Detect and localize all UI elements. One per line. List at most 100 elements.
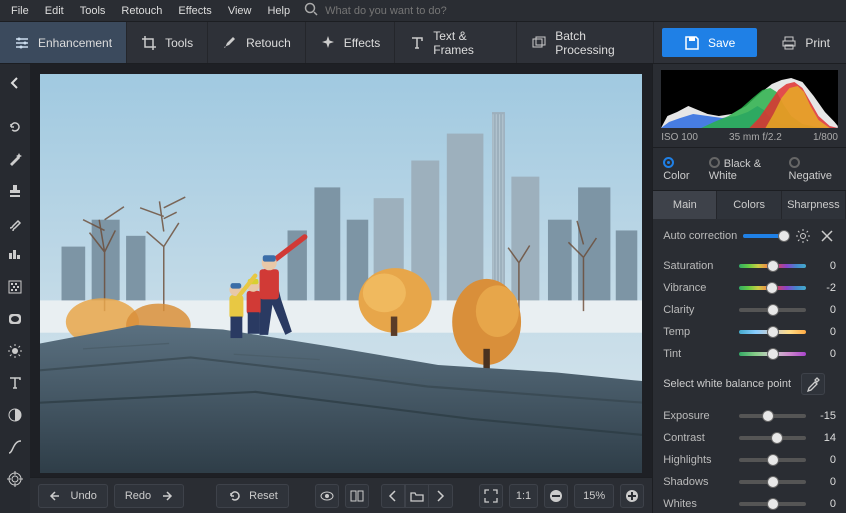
right-panel: ISO 100 35 mm f/2.2 1/800 Color Black & … xyxy=(652,64,846,513)
compare-toggle[interactable] xyxy=(345,484,369,508)
slider-label: Exposure xyxy=(663,410,733,422)
slider-label: Clarity xyxy=(663,304,733,316)
close-icon[interactable] xyxy=(818,227,836,245)
menu-effects[interactable]: Effects xyxy=(171,3,218,19)
print-icon xyxy=(781,35,797,51)
bottombar: Undo Redo Reset xyxy=(30,477,653,513)
stamp-tool[interactable] xyxy=(2,178,28,204)
zoom-actual-button[interactable]: 1:1 xyxy=(509,484,538,508)
color-mode-row: Color Black & White Negative xyxy=(653,147,846,191)
menu-retouch[interactable]: Retouch xyxy=(114,3,169,19)
target-tool[interactable] xyxy=(2,466,28,492)
browse-button[interactable] xyxy=(405,484,429,508)
tab-colors[interactable]: Colors xyxy=(717,191,781,219)
tab-tools[interactable]: Tools xyxy=(127,22,208,63)
contrast-tool[interactable] xyxy=(2,402,28,428)
brush-icon xyxy=(222,35,238,51)
slider-label: Highlights xyxy=(663,454,733,466)
eyedropper-button[interactable] xyxy=(801,373,825,395)
reset-button[interactable]: Reset xyxy=(216,484,289,508)
preview-toggle[interactable] xyxy=(315,484,339,508)
vignette-tool[interactable] xyxy=(2,306,28,332)
tab-main[interactable]: Main xyxy=(653,191,717,219)
slider-whites[interactable] xyxy=(739,497,806,511)
slider-value: 14 xyxy=(812,432,836,444)
slider-temp[interactable] xyxy=(739,325,806,339)
mode-negative[interactable]: Negative xyxy=(789,156,836,182)
slider-value: 0 xyxy=(812,454,836,466)
tab-label: Enhancement xyxy=(38,36,112,50)
nav-group xyxy=(381,484,453,508)
slider-tint[interactable] xyxy=(739,347,806,361)
fit-screen-button[interactable] xyxy=(479,484,503,508)
mode-bw[interactable]: Black & White xyxy=(709,156,777,182)
tab-label: Effects xyxy=(344,36,380,50)
tab-enhancement[interactable]: Enhancement xyxy=(0,22,127,63)
slider-highlights[interactable] xyxy=(739,453,806,467)
canvas[interactable] xyxy=(40,74,643,473)
pattern-tool[interactable] xyxy=(2,274,28,300)
radio-icon xyxy=(789,157,800,168)
menu-view[interactable]: View xyxy=(221,3,259,19)
histogram-iso: ISO 100 xyxy=(661,132,698,143)
slider-label: Tint xyxy=(663,348,733,360)
reset-label: Reset xyxy=(249,490,278,502)
tab-batch[interactable]: Batch Processing xyxy=(517,22,654,63)
mode-color[interactable]: Color xyxy=(663,156,697,182)
toolbar: Enhancement Tools Retouch Effects Text &… xyxy=(0,22,846,64)
levels-tool[interactable] xyxy=(2,242,28,268)
rotate-tool[interactable] xyxy=(2,114,28,140)
slider-value: 0 xyxy=(812,498,836,510)
tab-retouch[interactable]: Retouch xyxy=(208,22,306,63)
tab-label: Retouch xyxy=(246,36,291,50)
slider-value: -2 xyxy=(812,282,836,294)
undo-button[interactable]: Undo xyxy=(38,484,108,508)
save-button[interactable]: Save xyxy=(662,28,757,57)
slider-value: 0 xyxy=(812,326,836,338)
next-button[interactable] xyxy=(429,484,453,508)
menubar: File Edit Tools Retouch Effects View Hel… xyxy=(0,0,846,22)
back-button[interactable] xyxy=(2,70,28,96)
zoom-pct: 15% xyxy=(583,490,605,502)
slider-contrast[interactable] xyxy=(739,431,806,445)
undo-label: Undo xyxy=(71,490,97,502)
save-icon xyxy=(684,35,700,51)
brush-tool[interactable] xyxy=(2,210,28,236)
search-input[interactable] xyxy=(325,5,505,17)
slider-label: Shadows xyxy=(663,476,733,488)
magic-wand-tool[interactable] xyxy=(2,146,28,172)
crop-icon xyxy=(141,35,157,51)
menu-help[interactable]: Help xyxy=(260,3,297,19)
menu-edit[interactable]: Edit xyxy=(38,3,71,19)
batch-icon xyxy=(531,35,547,51)
zoom-level[interactable]: 15% xyxy=(574,484,614,508)
slider-value: 0 xyxy=(812,260,836,272)
zoom-in-button[interactable] xyxy=(620,484,644,508)
sliders-icon xyxy=(14,35,30,51)
brightness-tool[interactable] xyxy=(2,338,28,364)
menu-tools[interactable]: Tools xyxy=(73,3,113,19)
tab-effects[interactable]: Effects xyxy=(306,22,395,63)
print-button[interactable]: Print xyxy=(765,22,846,63)
slider-shadows[interactable] xyxy=(739,475,806,489)
slider-label: Vibrance xyxy=(663,282,733,294)
text-tool[interactable] xyxy=(2,370,28,396)
slider-exposure[interactable] xyxy=(739,409,806,423)
gear-icon[interactable] xyxy=(794,227,812,245)
slider-value: 0 xyxy=(812,304,836,316)
tab-sharpness[interactable]: Sharpness xyxy=(782,191,846,219)
histogram-shutter: 1/800 xyxy=(813,132,838,143)
curves-tool[interactable] xyxy=(2,434,28,460)
auto-correction-label: Auto correction xyxy=(663,230,737,242)
menu-file[interactable]: File xyxy=(4,3,36,19)
zoom-out-button[interactable] xyxy=(544,484,568,508)
slider-saturation[interactable] xyxy=(739,259,806,273)
auto-correction-slider[interactable] xyxy=(743,229,788,243)
prev-button[interactable] xyxy=(381,484,405,508)
text-icon xyxy=(409,35,425,51)
slider-value: -15 xyxy=(812,410,836,422)
slider-vibrance[interactable] xyxy=(739,281,806,295)
redo-button[interactable]: Redo xyxy=(114,484,184,508)
slider-clarity[interactable] xyxy=(739,303,806,317)
tab-text-frames[interactable]: Text & Frames xyxy=(395,22,517,63)
